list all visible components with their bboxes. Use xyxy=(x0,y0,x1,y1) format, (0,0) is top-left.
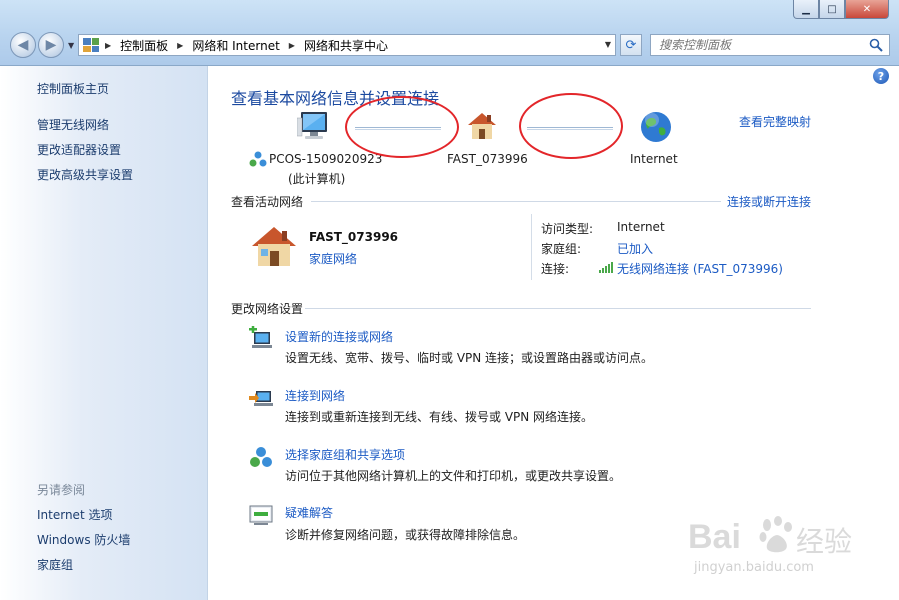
sidebar: 控制面板主页 管理无线网络 更改适配器设置 更改高级共享设置 另请参阅 Inte… xyxy=(0,66,208,600)
sidebar-item-homegroup[interactable]: 家庭组 xyxy=(37,556,73,573)
sidebar-item-windows-firewall[interactable]: Windows 防火墙 xyxy=(37,531,130,548)
close-button[interactable]: ✕ xyxy=(845,0,889,19)
crumb-network-internet[interactable]: 网络和 Internet xyxy=(192,37,279,54)
homegroup-sharing-icon xyxy=(250,447,272,467)
search-input[interactable] xyxy=(659,38,859,52)
sidebar-item-adapter-settings[interactable]: 更改适配器设置 xyxy=(37,141,121,158)
task-choose-homegroup[interactable]: 选择家庭组和共享选项 xyxy=(285,446,405,463)
task-desc: 诊断并修复网络问题，或获得故障排除信息。 xyxy=(285,528,526,542)
computer-name: PCOS-1509020923 xyxy=(269,152,383,166)
window-controls: ▁ □ ✕ xyxy=(793,0,889,20)
homegroup-label: 家庭组: xyxy=(541,242,582,256)
crumb-separator-icon[interactable]: ▶ xyxy=(177,41,183,50)
window-chrome: ▁ □ ✕ ◀ ▶ ▼ ▶ 控制面板 ▶ 网络和 Internet ▶ 网络和共… xyxy=(0,0,899,66)
address-bar[interactable]: ▶ 控制面板 ▶ 网络和 Internet ▶ 网络和共享中心 ▼ xyxy=(78,34,616,56)
task-desc: 连接到或重新连接到无线、有线、拨号或 VPN 网络连接。 xyxy=(285,410,594,424)
forward-button[interactable]: ▶ xyxy=(38,32,64,58)
network-type-link[interactable]: 家庭网络 xyxy=(309,250,357,267)
main-panel: ? 查看基本网络信息并设置连接 查看完整映射 PCOS-1509020923 (… xyxy=(209,66,899,600)
section-divider xyxy=(305,308,811,309)
help-button[interactable]: ? xyxy=(873,68,889,84)
connect-disconnect-link[interactable]: 连接或断开连接 xyxy=(727,193,811,210)
crumb-network-sharing-center[interactable]: 网络和共享中心 xyxy=(304,37,388,54)
minimize-button[interactable]: ▁ xyxy=(793,0,819,19)
annotation-ellipse xyxy=(345,96,459,158)
search-box[interactable] xyxy=(650,34,890,56)
control-panel-icon xyxy=(83,38,99,52)
back-arrow-icon: ◀ xyxy=(17,37,29,53)
home-network-icon xyxy=(252,227,296,266)
navigation-buttons: ◀ ▶ ▼ xyxy=(10,32,80,58)
wireless-connection-link[interactable]: 无线网络连接 (FAST_073996) xyxy=(617,260,783,277)
refresh-icon: ⟳ xyxy=(625,37,637,53)
troubleshoot-icon xyxy=(249,505,273,525)
router-home-icon[interactable] xyxy=(465,110,499,142)
access-type-label: 访问类型: xyxy=(541,222,594,236)
change-settings-header: 更改网络设置 xyxy=(231,302,304,316)
internet-label: Internet xyxy=(630,152,678,166)
access-type-value: Internet xyxy=(617,220,665,234)
computer-icon[interactable] xyxy=(297,110,331,142)
active-network-name: FAST_073996 xyxy=(309,230,399,244)
search-icon[interactable] xyxy=(869,38,883,52)
crumb-control-panel[interactable]: 控制面板 xyxy=(120,37,168,54)
sidebar-item-manage-wireless[interactable]: 管理无线网络 xyxy=(37,116,109,133)
sidebar-item-advanced-sharing[interactable]: 更改高级共享设置 xyxy=(37,166,133,183)
refresh-button[interactable]: ⟳ xyxy=(620,34,642,56)
task-desc: 访问位于其他网络计算机上的文件和打印机，或更改共享设置。 xyxy=(285,469,622,483)
homegroup-value-link[interactable]: 已加入 xyxy=(617,240,653,257)
crumb-separator-icon[interactable]: ▶ xyxy=(105,41,111,50)
network-connection-icon xyxy=(249,151,267,167)
internet-globe-icon[interactable] xyxy=(639,110,673,144)
section-divider xyxy=(311,201,721,202)
task-setup-new-connection[interactable]: 设置新的连接或网络 xyxy=(285,328,393,345)
new-connection-icon xyxy=(249,326,272,348)
see-also-header: 另请参阅 xyxy=(37,483,86,497)
see-full-map-link[interactable]: 查看完整映射 xyxy=(739,113,811,130)
wifi-signal-icon xyxy=(599,262,613,273)
sidebar-item-home[interactable]: 控制面板主页 xyxy=(37,80,109,97)
task-connect-to-network[interactable]: 连接到网络 xyxy=(285,387,345,404)
computer-sub-label: (此计算机) xyxy=(288,172,346,186)
connect-network-icon xyxy=(249,391,273,406)
router-name: FAST_073996 xyxy=(447,152,528,166)
task-desc: 设置无线、宽带、拨号、临时或 VPN 连接；或设置路由器或访问点。 xyxy=(285,351,654,365)
active-networks-header: 查看活动网络 xyxy=(231,195,304,209)
forward-arrow-icon: ▶ xyxy=(45,37,57,53)
address-dropdown-icon[interactable]: ▼ xyxy=(605,40,611,49)
task-troubleshoot[interactable]: 疑难解答 xyxy=(285,504,333,521)
sidebar-item-internet-options[interactable]: Internet 选项 xyxy=(37,506,112,523)
breadcrumb: ▶ 控制面板 ▶ 网络和 Internet ▶ 网络和共享中心 xyxy=(105,37,388,54)
crumb-separator-icon[interactable]: ▶ xyxy=(289,41,295,50)
vertical-divider xyxy=(531,214,532,280)
annotation-ellipse xyxy=(519,93,623,159)
back-button[interactable]: ◀ xyxy=(10,32,36,58)
maximize-button[interactable]: □ xyxy=(819,0,845,19)
connection-label: 连接: xyxy=(541,262,570,276)
